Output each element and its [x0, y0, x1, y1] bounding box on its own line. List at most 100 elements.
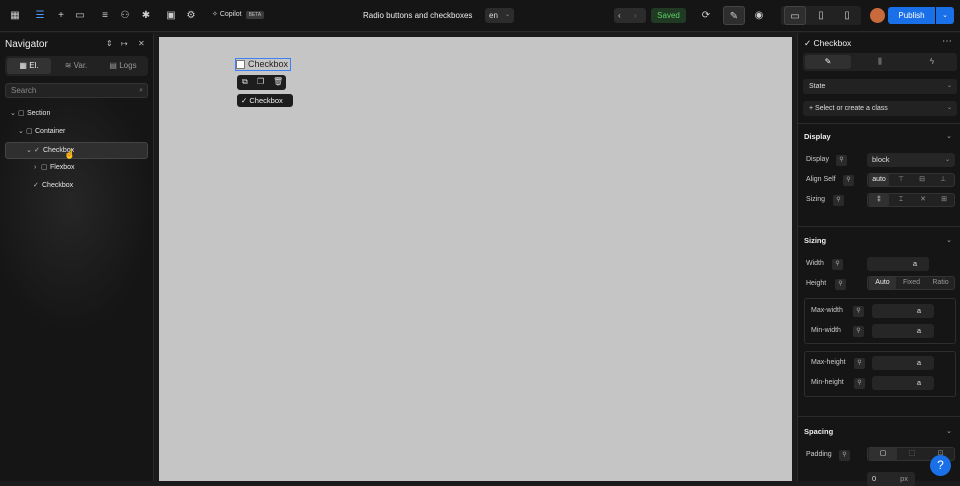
divider [798, 416, 960, 417]
pin-icon[interactable]: ⚲ [836, 155, 847, 166]
class-selector[interactable]: + Select or create a class ⌄ [803, 101, 957, 116]
chevron-down-icon[interactable]: ⌄ [946, 236, 952, 244]
chevron-down-icon[interactable]: ⌄ [18, 124, 24, 140]
tab-logs[interactable]: ▤ Logs [101, 58, 145, 74]
spacing-section-header[interactable]: Spacing [804, 427, 833, 436]
chevron-down-icon: ⌄ [504, 12, 510, 18]
publish-button[interactable]: Publish [888, 7, 935, 24]
sizing-section-header[interactable]: Sizing [804, 236, 826, 245]
pin-icon[interactable]: ⚲ [832, 259, 843, 270]
tab-interactions-bolt-icon[interactable]: ϟ [909, 55, 955, 69]
duplicate-icon[interactable]: ❐ [257, 77, 264, 86]
unit-label[interactable]: a [917, 324, 921, 338]
width-unit[interactable]: a [913, 257, 917, 271]
team-icon[interactable]: ⚇ [118, 9, 132, 23]
settings-gear-icon[interactable]: ⚙ [184, 9, 198, 23]
chevron-down-icon[interactable]: ⌄ [946, 427, 952, 435]
publish-dropdown-chevron-icon[interactable]: ⌄ [936, 7, 954, 24]
chevron-right-icon[interactable]: › [634, 8, 637, 23]
tree-item-checkbox[interactable]: ✓ Checkbox [5, 178, 148, 194]
tree-item-label: Section [27, 110, 51, 117]
max-height-input[interactable]: a [872, 356, 934, 370]
width-input[interactable]: a [867, 257, 929, 271]
pin-icon[interactable]: ⚲ [833, 195, 844, 206]
align-center-icon[interactable]: ⊟ [913, 174, 931, 186]
divider [798, 123, 960, 124]
canvas-checkbox[interactable]: Checkbox [235, 58, 291, 71]
delete-trash-icon[interactable]: 🗑 [273, 77, 283, 86]
pin-icon[interactable]: ⚲ [854, 358, 865, 369]
wrap-icon[interactable]: ⧉ [242, 77, 248, 87]
tab-variables[interactable]: ≋ Var. [54, 58, 98, 74]
pin-icon[interactable]: ⚲ [853, 326, 864, 337]
align-self-auto[interactable]: auto [869, 174, 889, 186]
panel-title: ✓ Checkbox [804, 38, 851, 49]
tab-settings-sliders-icon[interactable]: ⫼ [857, 55, 903, 69]
min-height-input[interactable]: a [872, 376, 934, 390]
unit-label[interactable]: a [917, 356, 921, 370]
height-ratio-option[interactable]: Ratio [927, 277, 954, 289]
state-select[interactable]: State ⌄ [803, 79, 957, 94]
chevron-left-icon[interactable]: ‹ [618, 8, 621, 23]
database-icon[interactable]: ≡ [98, 9, 112, 23]
chevron-down-icon[interactable]: ⌄ [10, 106, 16, 122]
align-end-icon[interactable]: ⊥ [934, 174, 952, 186]
sizing-grid-icon[interactable]: ⊞ [934, 194, 954, 206]
sizing-none-icon[interactable]: ✕ [913, 194, 933, 206]
mobile-icon[interactable]: ▯ [836, 6, 858, 25]
pin-icon[interactable]: ⚲ [843, 175, 854, 186]
height-auto-option[interactable]: Auto [869, 277, 896, 289]
pin-icon[interactable]: ⚲ [835, 279, 846, 290]
language-select[interactable]: en ⌄ [485, 8, 514, 23]
logs-icon: ▤ [109, 61, 117, 70]
sizing-fit-icon[interactable]: ⌶ [891, 194, 911, 206]
navigator-icon[interactable]: ☰ [33, 9, 47, 23]
tree-item-checkbox-selected[interactable]: ⌄ ✓ Checkbox ☝ [5, 142, 148, 159]
preview-eye-icon[interactable]: ◉ [748, 6, 770, 25]
add-icon[interactable]: + [54, 9, 68, 23]
pin-icon[interactable]: ⚲ [854, 378, 865, 389]
design-mode-pen-icon[interactable]: ✎ [723, 6, 745, 25]
tree-item-label: Container [35, 128, 66, 135]
search-input[interactable]: Search ⌕ [5, 83, 148, 98]
more-options-icon[interactable]: ⋯ [942, 36, 952, 47]
terminal-icon[interactable]: ▣ [164, 9, 178, 23]
padding-sides-icon[interactable]: ⬚ [898, 448, 926, 460]
padding-unit[interactable]: px [900, 472, 908, 486]
chevron-down-icon[interactable]: ⌄ [26, 143, 32, 159]
apps-grid-icon[interactable]: ▦ [8, 9, 22, 23]
desktop-icon[interactable]: ▭ [784, 6, 806, 25]
components-icon[interactable]: ✱ [139, 9, 153, 23]
avatar[interactable] [870, 8, 885, 23]
min-width-input[interactable]: a [872, 324, 934, 338]
height-fixed-option[interactable]: Fixed [898, 277, 925, 289]
tree-item-container[interactable]: ⌄ ▢ Container [5, 124, 148, 140]
width-label: Width [806, 260, 824, 267]
padding-all-icon[interactable]: ▢ [869, 448, 897, 460]
checkbox-input[interactable] [236, 60, 245, 69]
display-section-header[interactable]: Display [804, 132, 831, 141]
collapse-icon[interactable]: ⇕ [106, 39, 113, 48]
max-width-input[interactable]: a [872, 304, 934, 318]
close-icon[interactable]: ✕ [138, 39, 145, 48]
expand-width-icon[interactable]: ↦ [121, 39, 128, 48]
tablet-icon[interactable]: ▯ [810, 6, 832, 25]
padding-input[interactable]: 0 px [867, 472, 915, 486]
unit-label[interactable]: a [917, 304, 921, 318]
sync-icon[interactable]: ⟳ [695, 6, 717, 25]
pin-icon[interactable]: ⚲ [853, 306, 864, 317]
align-start-icon[interactable]: ⊤ [892, 174, 910, 186]
copilot-button[interactable]: ✧ Copilot BETA [212, 10, 265, 19]
sizing-auto-icon[interactable]: ‡ [869, 194, 889, 206]
tab-elements[interactable]: ▦ El. [7, 58, 51, 74]
tree-item-section[interactable]: ⌄ ▢ Section [5, 106, 148, 122]
tree-item-flexbox[interactable]: › ▢ Flexbox [5, 160, 148, 176]
pin-icon[interactable]: ⚲ [839, 450, 850, 461]
tab-style-brush-icon[interactable]: ✎ [805, 55, 851, 69]
unit-label[interactable]: a [917, 376, 921, 390]
display-select[interactable]: block ⌄ [867, 153, 955, 167]
chevron-right-icon[interactable]: › [34, 160, 36, 176]
chevron-down-icon[interactable]: ⌄ [946, 132, 952, 140]
pages-icon[interactable]: ▭ [73, 9, 87, 23]
help-button[interactable]: ? [930, 455, 951, 476]
